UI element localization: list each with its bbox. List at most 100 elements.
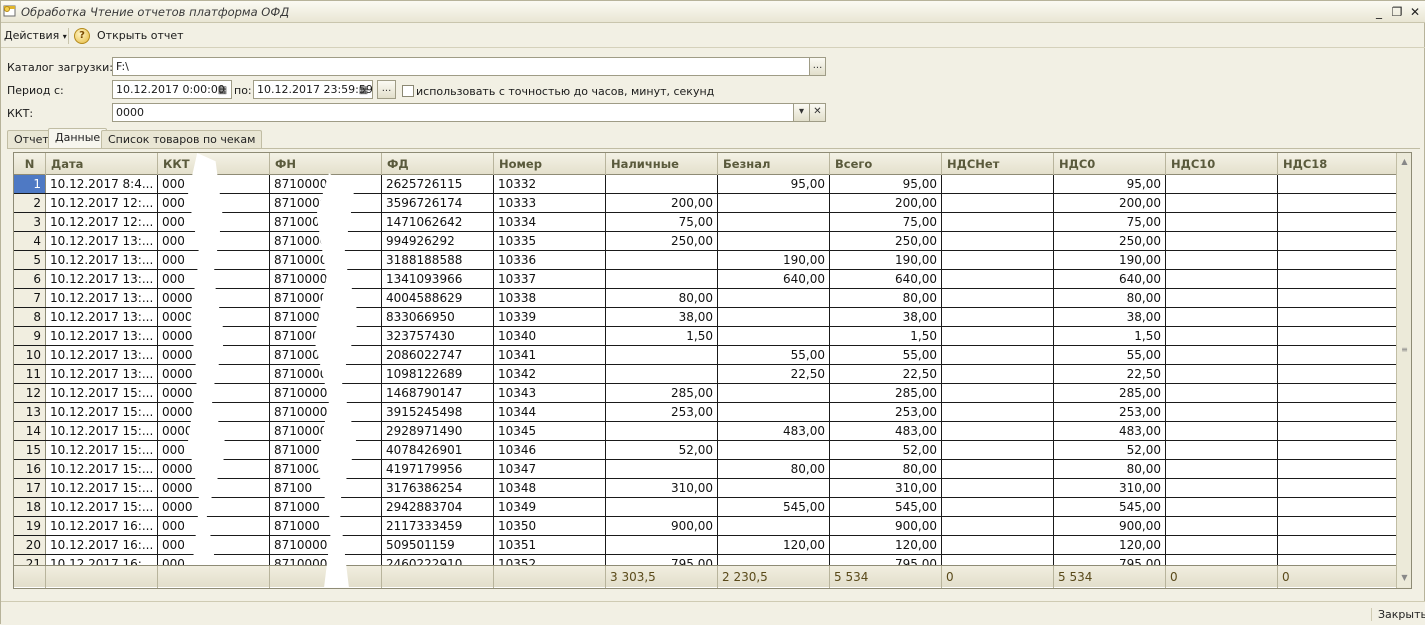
- cell-n: 13: [14, 403, 46, 421]
- cell-date: 10.12.2017 13:...: [46, 365, 158, 383]
- table-row[interactable]: 19 10.12.2017 16:... 000 871000 2117333459 10…: [14, 517, 1397, 536]
- cell-noncash: 545,00: [718, 498, 830, 516]
- table-totals-row: 3 303,5 2 230,5 5 534 0 5 534 0 0: [14, 565, 1397, 588]
- cell-vat-none: [942, 346, 1054, 364]
- cell-fd: 2625726115: [382, 175, 494, 193]
- column-header-noncash[interactable]: Безнал: [718, 153, 830, 175]
- column-header-n[interactable]: N: [14, 153, 46, 175]
- cell-total: 22,50: [830, 365, 942, 383]
- table-row[interactable]: 20 10.12.2017 16:... 000 8710000 509501159 10…: [14, 536, 1397, 555]
- cell-fn: 871000: [270, 517, 382, 535]
- cell-cash: 250,00: [606, 232, 718, 250]
- column-header-date[interactable]: Дата: [46, 153, 158, 175]
- table-row[interactable]: 17 10.12.2017 15:... 0000 87100 3176386254 10…: [14, 479, 1397, 498]
- cell-vat-18: [1278, 422, 1397, 440]
- cell-vat-0: 200,00: [1054, 194, 1166, 212]
- cell-noncash: [718, 441, 830, 459]
- precision-checkbox[interactable]: [402, 85, 414, 97]
- data-table[interactable]: N Дата ККТ ФН ФД Номер Наличные Безнал Всего НДСН…: [13, 152, 1412, 589]
- column-header-vat-none[interactable]: НДСНет: [942, 153, 1054, 175]
- column-header-cash[interactable]: Наличные: [606, 153, 718, 175]
- total-noncash: 2 230,5: [718, 566, 830, 588]
- tab-data[interactable]: Данные: [48, 128, 108, 149]
- table-row[interactable]: 12 10.12.2017 15:... 0000 871000010 14687901…: [14, 384, 1397, 403]
- cell-vat-0: 545,00: [1054, 498, 1166, 516]
- column-header-vat-18[interactable]: НДС18: [1278, 153, 1397, 175]
- cell-vat-none: [942, 384, 1054, 402]
- column-header-number[interactable]: Номер: [494, 153, 606, 175]
- catalog-browse-button[interactable]: ...: [809, 57, 826, 76]
- cell-total: 38,00: [830, 308, 942, 326]
- table-row[interactable]: 11 10.12.2017 13:... 0000 871000010 10981226…: [14, 365, 1397, 384]
- cell-noncash: [718, 194, 830, 212]
- column-header-vat-10[interactable]: НДС10: [1166, 153, 1278, 175]
- cell-vat-0: 120,00: [1054, 536, 1166, 554]
- cell-n: 9: [14, 327, 46, 345]
- close-button[interactable]: Закрыть: [1371, 608, 1425, 621]
- table-row[interactable]: 21 10.12.2017 16:... 000 8710000 2460222910 1…: [14, 555, 1397, 565]
- column-header-fd[interactable]: ФД: [382, 153, 494, 175]
- cell-vat-0: 55,00: [1054, 346, 1166, 364]
- cell-vat-0: 80,00: [1054, 289, 1166, 307]
- cell-total: 900,00: [830, 517, 942, 535]
- cell-date: 10.12.2017 15:...: [46, 441, 158, 459]
- column-header-vat-0[interactable]: НДС0: [1054, 153, 1166, 175]
- scroll-up-icon[interactable]: ▲: [1397, 155, 1411, 169]
- open-report-button[interactable]: Открыть отчет: [97, 29, 184, 42]
- calendar-icon[interactable]: ▦: [356, 82, 371, 98]
- table-body: 1 10.12.2017 8:4... 000 87100001 2625726115 1…: [14, 175, 1397, 565]
- cell-vat-10: [1166, 365, 1278, 383]
- column-header-total[interactable]: Всего: [830, 153, 942, 175]
- cell-cash: 38,00: [606, 308, 718, 326]
- cell-total: 75,00: [830, 213, 942, 231]
- cell-date: 10.12.2017 16:...: [46, 517, 158, 535]
- catalog-label: Каталог загрузки:: [7, 61, 113, 74]
- minimize-icon[interactable]: _: [1372, 5, 1386, 19]
- kkt-input[interactable]: 0000: [112, 103, 794, 122]
- cell-number: 10334: [494, 213, 606, 231]
- cell-vat-10: [1166, 479, 1278, 497]
- cell-vat-0: 483,00: [1054, 422, 1166, 440]
- period-to-input[interactable]: 10.12.2017 23:59:59 ▦: [253, 80, 373, 99]
- restore-icon[interactable]: ❐: [1390, 5, 1404, 19]
- close-icon[interactable]: ✕: [1408, 5, 1422, 19]
- cell-noncash: 190,00: [718, 251, 830, 269]
- cell-vat-10: [1166, 175, 1278, 193]
- table-row[interactable]: 7 10.12.2017 13:... 0000 871000010 400458862…: [14, 289, 1397, 308]
- catalog-input[interactable]: F:\: [112, 57, 810, 76]
- cell-fd: 1341093966: [382, 270, 494, 288]
- cell-date: 10.12.2017 13:...: [46, 327, 158, 345]
- table-row[interactable]: 6 10.12.2017 13:... 000 871000010 1341093966…: [14, 270, 1397, 289]
- tab-products-list[interactable]: Список товаров по чекам: [101, 130, 263, 148]
- cell-noncash: [718, 517, 830, 535]
- table-row[interactable]: 1 10.12.2017 8:4... 000 87100001 2625726115 1…: [14, 175, 1397, 194]
- column-header-fn[interactable]: ФН: [270, 153, 382, 175]
- calendar-icon[interactable]: ▦: [215, 82, 230, 98]
- period-from-input[interactable]: 10.12.2017 0:00:00 ▦: [112, 80, 232, 99]
- cell-cash: 310,00: [606, 479, 718, 497]
- cell-vat-0: 900,00: [1054, 517, 1166, 535]
- cell-vat-18: [1278, 213, 1397, 231]
- cell-date: 10.12.2017 15:...: [46, 460, 158, 478]
- table-row[interactable]: 18 10.12.2017 15:... 0000 871000 2942883704 1…: [14, 498, 1397, 517]
- period-select-button[interactable]: ...: [377, 80, 396, 99]
- table-scrollbar[interactable]: ▲ ≡ ▼: [1396, 153, 1411, 588]
- help-icon[interactable]: ?: [74, 28, 90, 44]
- cell-vat-none: [942, 270, 1054, 288]
- status-bar: Закрыть: [1, 601, 1425, 625]
- kkt-clear-button[interactable]: ✕: [809, 103, 826, 122]
- scroll-thumb-icon[interactable]: ≡: [1397, 343, 1411, 357]
- cell-cash: [606, 346, 718, 364]
- cell-cash: 285,00: [606, 384, 718, 402]
- table-row[interactable]: 13 10.12.2017 15:... 0000 871000010 39152454…: [14, 403, 1397, 422]
- kkt-dropdown-button[interactable]: ▾: [793, 103, 810, 122]
- scroll-down-icon[interactable]: ▼: [1397, 571, 1411, 585]
- total-n: [14, 566, 46, 588]
- cell-n: 21: [14, 555, 46, 565]
- cell-total: 80,00: [830, 289, 942, 307]
- table-row[interactable]: 4 10.12.2017 13:... 000 8710000 994926292 103…: [14, 232, 1397, 251]
- table-row[interactable]: 5 10.12.2017 13:... 000 8710000 3188188588 10…: [14, 251, 1397, 270]
- actions-menu[interactable]: Действия ▾: [4, 29, 67, 42]
- cell-vat-0: 640,00: [1054, 270, 1166, 288]
- cell-date: 10.12.2017 13:...: [46, 308, 158, 326]
